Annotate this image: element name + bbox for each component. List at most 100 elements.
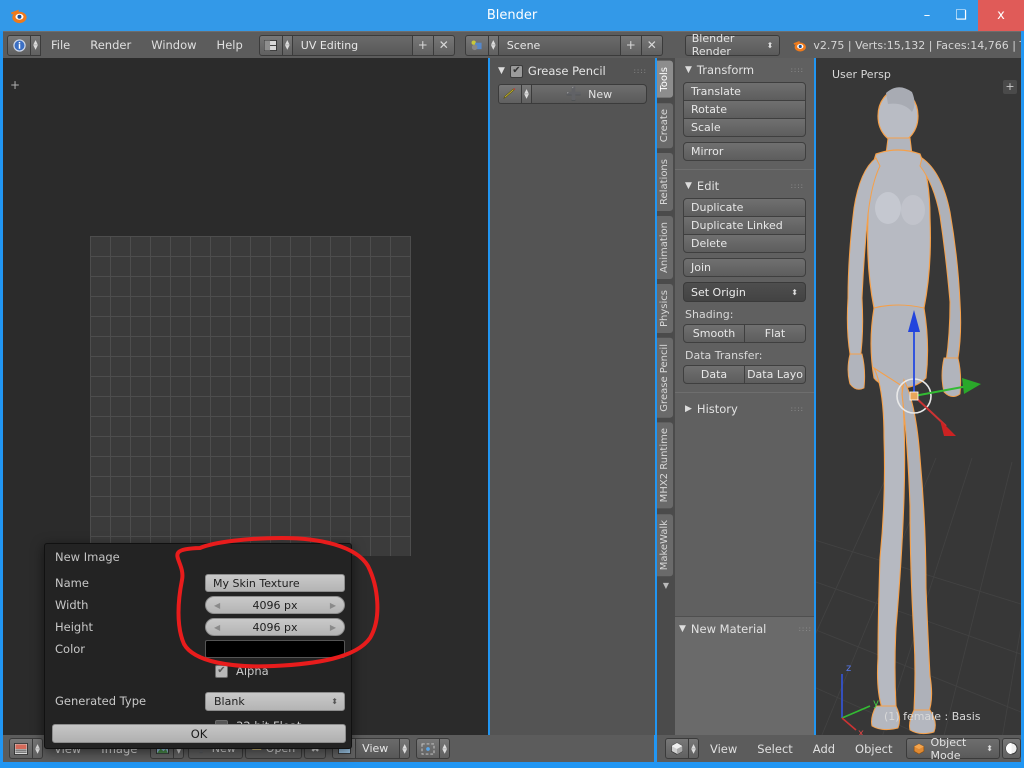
tab-scroll-down-icon[interactable]: ▼ bbox=[657, 581, 675, 590]
data-transfer-data-layout-button[interactable]: Data Layo bbox=[745, 365, 806, 384]
new-image-dialog[interactable]: New Image Name My Skin Texture Width ◀ 4… bbox=[44, 543, 352, 749]
chevron-updown-icon: ⬍ bbox=[331, 697, 338, 706]
shading-buttons: Smooth Flat bbox=[683, 324, 806, 343]
uv-view-spinner[interactable]: ▲▼ bbox=[400, 738, 410, 759]
svg-text:z: z bbox=[846, 663, 851, 674]
sidebar-tab-makewalk[interactable]: MakeWalk bbox=[657, 514, 673, 576]
sidebar-tab-create[interactable]: Create bbox=[657, 103, 673, 148]
shading-smooth-button[interactable]: Smooth bbox=[683, 324, 745, 343]
viewport-menu-add[interactable]: Add bbox=[804, 742, 844, 756]
translate-button[interactable]: Translate bbox=[683, 82, 806, 101]
image-height-input[interactable]: ◀ 4096 px ▶ bbox=[205, 618, 345, 636]
viewport-menu-view[interactable]: View bbox=[701, 742, 746, 756]
grease-pencil-panel-header[interactable]: ▼ ✔ Grease Pencil :::: bbox=[490, 58, 655, 84]
width-field-label: Width bbox=[45, 598, 205, 612]
svg-text:y: y bbox=[873, 698, 879, 709]
uv-editor-corner-plus-icon[interactable]: + bbox=[10, 78, 20, 92]
panel-collapse-triangle-icon[interactable]: ▼ bbox=[685, 181, 692, 191]
uv-editor-type-spinner[interactable]: ▲▼ bbox=[33, 738, 43, 759]
uv-pivot-selector[interactable]: ▲▼ bbox=[416, 738, 450, 759]
panel-collapse-triangle-icon[interactable]: ▼ bbox=[685, 65, 692, 75]
scene-spinner[interactable]: ▲▼ bbox=[489, 35, 499, 56]
duplicate-button[interactable]: Duplicate bbox=[683, 198, 806, 217]
edit-panel-header[interactable]: ▼ Edit :::: bbox=[683, 174, 806, 198]
scene-name-value[interactable]: Scene bbox=[499, 35, 621, 56]
minimize-button[interactable]: – bbox=[910, 0, 944, 31]
tool-shelf-tabs: Tools Create Relations Animation Physics… bbox=[657, 58, 675, 735]
delete-button[interactable]: Delete bbox=[683, 234, 806, 253]
generated-type-dropdown[interactable]: Blank ⬍ bbox=[205, 692, 345, 711]
viewport-editor-type-spinner[interactable]: ▲▼ bbox=[689, 738, 699, 759]
viewport-editor-type-selector[interactable]: ▲▼ bbox=[665, 738, 699, 759]
menu-file[interactable]: File bbox=[41, 35, 80, 56]
scale-button[interactable]: Scale bbox=[683, 118, 806, 137]
ok-button[interactable]: OK bbox=[52, 724, 346, 743]
generated-type-label: Generated Type bbox=[45, 694, 205, 708]
menu-render[interactable]: Render bbox=[80, 35, 141, 56]
viewport-menu-object[interactable]: Object bbox=[846, 742, 901, 756]
delete-screen-layout-button[interactable]: ✕ bbox=[434, 35, 455, 56]
editor-type-selector[interactable]: ▲▼ bbox=[7, 35, 41, 56]
add-scene-button[interactable]: + bbox=[621, 35, 642, 56]
3d-viewport[interactable]: z y x User Persp (1) female : Basis + bbox=[816, 58, 1021, 735]
rotate-button[interactable]: Rotate bbox=[683, 100, 806, 119]
height-decrement-icon[interactable]: ◀ bbox=[214, 623, 220, 632]
alpha-checkbox[interactable]: ✔ bbox=[215, 665, 228, 678]
window-controls: – ❑ x bbox=[910, 0, 1024, 31]
editor-type-spinner[interactable]: ▲▼ bbox=[31, 35, 41, 56]
image-name-input[interactable]: My Skin Texture bbox=[205, 574, 345, 592]
pencil-icon[interactable] bbox=[498, 84, 522, 104]
viewport-menu-select[interactable]: Select bbox=[748, 742, 801, 756]
sidebar-tab-physics[interactable]: Physics bbox=[657, 284, 673, 333]
set-origin-dropdown[interactable]: Set Origin ⬍ bbox=[683, 282, 806, 302]
delete-scene-button[interactable]: ✕ bbox=[642, 35, 663, 56]
svg-text:x: x bbox=[858, 728, 864, 735]
sidebar-tab-mhx2-runtime[interactable]: MHX2 Runtime bbox=[657, 422, 673, 508]
menu-window[interactable]: Window bbox=[141, 35, 206, 56]
grease-pencil-brush-spinner[interactable]: ▲▼ bbox=[522, 84, 532, 104]
render-engine-dropdown[interactable]: Blender Render ⬍ bbox=[685, 35, 781, 56]
uv-view-label[interactable]: View bbox=[356, 738, 400, 759]
sidebar-tab-tools[interactable]: Tools bbox=[657, 61, 673, 98]
screen-layout-value[interactable]: UV Editing bbox=[293, 35, 413, 56]
mirror-button[interactable]: Mirror bbox=[683, 142, 806, 161]
uv-pivot-spinner[interactable]: ▲▼ bbox=[440, 738, 450, 759]
maximize-button[interactable]: ❑ bbox=[944, 0, 978, 31]
uv-editor-type-selector[interactable]: ▲▼ bbox=[9, 738, 43, 759]
panel-expand-triangle-icon[interactable]: ▶ bbox=[685, 404, 692, 414]
screen-layout-selector[interactable]: ▲▼ UV Editing + ✕ bbox=[259, 35, 455, 56]
interaction-mode-dropdown[interactable]: Object Mode ⬍ bbox=[906, 738, 1000, 759]
width-increment-icon[interactable]: ▶ bbox=[330, 601, 336, 610]
close-button[interactable]: x bbox=[978, 0, 1024, 31]
history-panel-title: History bbox=[697, 402, 738, 416]
shading-sphere-icon[interactable] bbox=[1002, 738, 1021, 759]
data-transfer-data-button[interactable]: Data bbox=[683, 365, 745, 384]
grease-pencil-checkbox[interactable]: ✔ bbox=[510, 65, 523, 78]
sidebar-tab-relations[interactable]: Relations bbox=[657, 153, 673, 211]
height-increment-icon[interactable]: ▶ bbox=[330, 623, 336, 632]
transform-panel-header[interactable]: ▼ Transform :::: bbox=[683, 58, 806, 82]
screen-layout-spinner[interactable]: ▲▼ bbox=[283, 35, 293, 56]
window-title: Blender bbox=[0, 0, 1024, 31]
image-color-swatch[interactable] bbox=[205, 640, 345, 658]
scene-selector[interactable]: ▲▼ Scene + ✕ bbox=[465, 35, 663, 56]
panel-collapse-triangle-icon[interactable]: ▼ bbox=[679, 624, 686, 634]
viewport-corner-plus-icon[interactable]: + bbox=[1003, 80, 1017, 94]
menu-help[interactable]: Help bbox=[207, 35, 253, 56]
duplicate-linked-button[interactable]: Duplicate Linked bbox=[683, 216, 806, 235]
new-material-panel-title: New Material bbox=[691, 622, 766, 636]
history-panel-header[interactable]: ▶ History :::: bbox=[683, 397, 806, 421]
uv-image-grid[interactable] bbox=[90, 236, 411, 556]
new-material-panel-header[interactable]: ▼ New Material :::: bbox=[675, 617, 814, 641]
shading-flat-button[interactable]: Flat bbox=[745, 324, 806, 343]
sidebar-tab-animation[interactable]: Animation bbox=[657, 216, 673, 279]
sidebar-tab-grease-pencil[interactable]: Grease Pencil bbox=[657, 338, 673, 418]
add-screen-layout-button[interactable]: + bbox=[413, 35, 434, 56]
join-button[interactable]: Join bbox=[683, 258, 806, 277]
panel-grip-icon: :::: bbox=[634, 67, 647, 75]
image-width-input[interactable]: ◀ 4096 px ▶ bbox=[205, 596, 345, 614]
panel-collapse-triangle-icon[interactable]: ▼ bbox=[498, 66, 505, 76]
chevron-updown-icon: ⬍ bbox=[791, 288, 798, 297]
width-decrement-icon[interactable]: ◀ bbox=[214, 601, 220, 610]
grease-pencil-new-button[interactable]: ➕ New bbox=[532, 84, 647, 104]
